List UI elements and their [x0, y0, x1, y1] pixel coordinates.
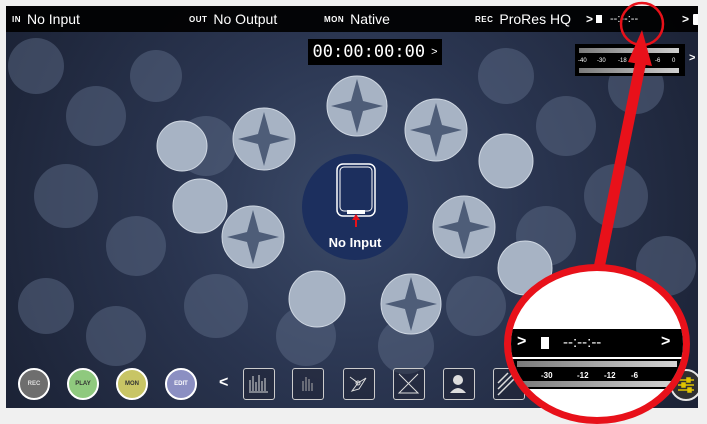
meter-bar-left [517, 361, 677, 367]
play-button[interactable]: PLAY [67, 368, 99, 400]
no-input-label: No Input [328, 235, 382, 250]
meter-label: -6 [655, 58, 661, 64]
battery-icon [693, 13, 698, 25]
zoom-media-strip: > --:--:-- > [511, 329, 683, 357]
input-tag: IN [12, 14, 21, 24]
input-value: No Input [27, 11, 80, 27]
record-format-status[interactable]: REC ProRes HQ [475, 6, 571, 32]
waveform-icon [249, 375, 268, 393]
edit-button[interactable]: EDIT [165, 368, 197, 400]
monitor-value: Native [350, 11, 390, 27]
scatter-button[interactable] [393, 368, 425, 400]
waveform-button[interactable] [243, 368, 275, 400]
zoom-magnifier: > --:--:-- > -30 -12 -12 -6 [504, 264, 690, 424]
scatter-icon [397, 373, 420, 394]
media-icon [541, 337, 549, 349]
meter-label: -30 [597, 58, 606, 64]
top-status-bar: IN No Input OUT No Output MON Native REC… [6, 6, 698, 32]
chevron-right-icon: > [661, 333, 671, 350]
media-status[interactable]: > --:--:-- [586, 6, 638, 32]
meter-label: -30 [541, 371, 553, 380]
media-icon [596, 15, 603, 23]
rec-button[interactable]: REC [18, 368, 50, 400]
person-button[interactable] [443, 368, 475, 400]
meter-label: -12 [636, 58, 645, 64]
meter-bar-left [579, 48, 679, 53]
meter-bar-right [579, 68, 679, 73]
vectorscope-button[interactable] [343, 368, 375, 400]
output-status[interactable]: OUT No Output [189, 6, 277, 32]
mon-button[interactable]: MON [116, 368, 148, 400]
histogram-button[interactable] [292, 368, 324, 400]
meter-label: -40 [578, 58, 587, 64]
audio-meter[interactable]: -40 -30 -18 -12 -6 0 [575, 44, 685, 76]
meter-label: -6 [631, 371, 639, 380]
meter-label: -12 [577, 371, 589, 380]
monitor-tag: MON [324, 14, 345, 24]
chevron-left-icon[interactable]: < [219, 374, 228, 392]
chevron-right-icon: > [682, 12, 690, 26]
monitor-status[interactable]: MON Native [324, 6, 390, 32]
output-tag: OUT [189, 14, 208, 24]
chevron-right-icon: > [586, 12, 594, 26]
timecode-display[interactable]: 00:00:00:00 > [308, 39, 442, 65]
record-value: ProRes HQ [499, 11, 571, 27]
zoom-audio-meter: -30 -12 -12 -6 [511, 359, 683, 389]
person-icon [450, 375, 466, 393]
meter-label: -18 [618, 58, 627, 64]
input-status[interactable]: IN No Input [12, 6, 80, 32]
meter-bar-right [517, 381, 677, 387]
chevron-right-icon: > [517, 333, 527, 350]
chevron-right-icon[interactable]: > [689, 52, 695, 64]
zoom-remaining-time: --:--:-- [563, 334, 602, 351]
timecode-value: 00:00:00:00 [312, 42, 426, 62]
battery-status[interactable]: > [682, 6, 698, 32]
output-value: No Output [213, 11, 278, 27]
meter-label: -12 [604, 371, 616, 380]
histogram-icon [302, 377, 313, 391]
record-tag: REC [475, 14, 494, 24]
meter-label: 0 [672, 58, 676, 64]
vectorscope-icon [349, 376, 367, 392]
remaining-time: --:--:-- [610, 13, 639, 25]
chevron-right-icon: > [431, 46, 438, 58]
